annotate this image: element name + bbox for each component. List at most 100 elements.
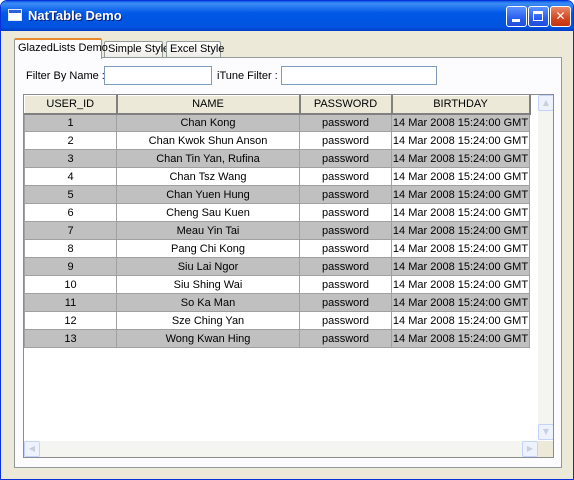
tab-simple-style[interactable]: Simple Style [104, 41, 169, 58]
table-row[interactable]: 11 So Ka Man password 14 Mar 2008 15:24:00 … [24, 293, 530, 312]
cell-password[interactable]: password [299, 275, 392, 294]
table-row[interactable]: 7 Meau Yin Tai password 14 Mar 2008 15:24:0… [24, 221, 530, 240]
cell-name[interactable]: Cheng Sau Kuen [116, 203, 300, 222]
data-table: USER_ID NAME PASSWORD BIRTHDAY 1 Chan Kon… [24, 95, 531, 348]
column-header-password[interactable]: PASSWORD [299, 95, 393, 115]
cell-user-id[interactable]: 13 [24, 329, 117, 348]
title-bar[interactable]: NatTable Demo ✕ [1, 1, 573, 31]
chevron-left-icon: ◀ [28, 444, 36, 453]
table-row[interactable]: 5 Chan Yuen Hung password 14 Mar 2008 15:24… [24, 185, 530, 204]
cell-birthday[interactable]: 14 Mar 2008 15:24:00 GMT [391, 203, 530, 222]
filter-by-name-input[interactable] [104, 66, 212, 85]
cell-user-id[interactable]: 10 [24, 275, 117, 294]
header-row: USER_ID NAME PASSWORD BIRTHDAY [24, 95, 531, 115]
cell-birthday[interactable]: 14 Mar 2008 15:24:00 GMT [391, 311, 530, 330]
cell-birthday[interactable]: 14 Mar 2008 15:24:00 GMT [391, 257, 530, 276]
tab-glazedlists-demo[interactable]: GlazedLists Demo [14, 38, 108, 59]
cell-name[interactable]: Chan Yuen Hung [116, 185, 300, 204]
cell-name[interactable]: Chan Tsz Wang [116, 167, 300, 186]
maximize-icon [533, 11, 543, 21]
cell-user-id[interactable]: 2 [24, 131, 117, 150]
nattable-grid[interactable]: USER_ID NAME PASSWORD BIRTHDAY 1 Chan Kon… [23, 94, 554, 458]
table-row[interactable]: 6 Cheng Sau Kuen password 14 Mar 2008 15:24… [24, 203, 530, 222]
itune-filter-input[interactable] [281, 66, 437, 85]
cell-birthday[interactable]: 14 Mar 2008 15:24:00 GMT [391, 149, 530, 168]
cell-name[interactable]: Sze Ching Yan [116, 311, 300, 330]
table-body: 1 Chan Kong password 14 Mar 2008 15:24:00 G… [24, 113, 530, 348]
chevron-down-icon: ▼ [542, 427, 550, 436]
table-row[interactable]: 8 Pang Chi Kong password 14 Mar 2008 15:24:… [24, 239, 530, 258]
table-row[interactable]: 12 Sze Ching Yan password 14 Mar 2008 15:24… [24, 311, 530, 330]
cell-password[interactable]: password [299, 221, 392, 240]
close-icon: ✕ [555, 9, 566, 23]
column-header-user-id[interactable]: USER_ID [24, 95, 118, 115]
table-row[interactable]: 3 Chan Tin Yan, Rufina password 14 Mar 2008… [24, 149, 530, 168]
minimize-icon [512, 19, 520, 22]
cell-birthday[interactable]: 14 Mar 2008 15:24:00 GMT [391, 185, 530, 204]
cell-birthday[interactable]: 14 Mar 2008 15:24:00 GMT [391, 329, 530, 348]
app-icon [8, 9, 22, 21]
cell-name[interactable]: Chan Kwok Shun Anson [116, 131, 300, 150]
cell-name[interactable]: Siu Lai Ngor [116, 257, 300, 276]
scrollbar-corner [538, 441, 553, 457]
cell-password[interactable]: password [299, 257, 392, 276]
cell-password[interactable]: password [299, 311, 392, 330]
cell-name[interactable]: Chan Tin Yan, Rufina [116, 149, 300, 168]
cell-birthday[interactable]: 14 Mar 2008 15:24:00 GMT [391, 239, 530, 258]
cell-password[interactable]: password [299, 131, 392, 150]
cell-birthday[interactable]: 14 Mar 2008 15:24:00 GMT [391, 221, 530, 240]
cell-name[interactable]: Siu Shing Wai [116, 275, 300, 294]
scroll-left-button[interactable]: ◀ [24, 441, 40, 457]
cell-user-id[interactable]: 11 [24, 293, 117, 312]
table-row[interactable]: 13 Wong Kwan Hing password 14 Mar 2008 15:2… [24, 329, 530, 348]
cell-password[interactable]: password [299, 149, 392, 168]
cell-name[interactable]: Meau Yin Tai [116, 221, 300, 240]
cell-user-id[interactable]: 8 [24, 239, 117, 258]
cell-user-id[interactable]: 7 [24, 221, 117, 240]
cell-user-id[interactable]: 3 [24, 149, 117, 168]
scroll-down-button[interactable]: ▼ [538, 424, 553, 440]
cell-user-id[interactable]: 12 [24, 311, 117, 330]
cell-user-id[interactable]: 6 [24, 203, 117, 222]
cell-birthday[interactable]: 14 Mar 2008 15:24:00 GMT [391, 293, 530, 312]
scroll-right-button[interactable]: ▶ [522, 441, 538, 457]
cell-password[interactable]: password [299, 113, 392, 132]
minimize-button[interactable] [506, 6, 527, 27]
cell-password[interactable]: password [299, 185, 392, 204]
column-header-birthday[interactable]: BIRTHDAY [391, 95, 531, 115]
maximize-button[interactable] [528, 6, 549, 27]
cell-birthday[interactable]: 14 Mar 2008 15:24:00 GMT [391, 275, 530, 294]
column-header-name[interactable]: NAME [116, 95, 301, 115]
close-button[interactable]: ✕ [550, 6, 571, 27]
cell-birthday[interactable]: 14 Mar 2008 15:24:00 GMT [391, 131, 530, 150]
cell-name[interactable]: So Ka Man [116, 293, 300, 312]
table-row[interactable]: 2 Chan Kwok Shun Anson password 14 Mar 2008… [24, 131, 530, 150]
tab-excel-style[interactable]: Excel Style [166, 41, 224, 58]
scroll-up-button[interactable]: ▲ [538, 95, 553, 111]
cell-password[interactable]: password [299, 329, 392, 348]
cell-user-id[interactable]: 5 [24, 185, 117, 204]
cell-password[interactable]: password [299, 293, 392, 312]
cell-password[interactable]: password [299, 203, 392, 222]
app-window: NatTable Demo ✕ GlazedLists Demo Simple … [0, 0, 574, 480]
cell-birthday[interactable]: 14 Mar 2008 15:24:00 GMT [391, 113, 530, 132]
filter-by-name-label: Filter By Name : [26, 70, 105, 82]
table-row[interactable]: 10 Siu Shing Wai password 14 Mar 2008 15:24… [24, 275, 530, 294]
cell-birthday[interactable]: 14 Mar 2008 15:24:00 GMT [391, 167, 530, 186]
chevron-right-icon: ▶ [526, 444, 534, 453]
vertical-scrollbar[interactable]: ▲ ▼ [538, 95, 553, 440]
table-row[interactable]: 1 Chan Kong password 14 Mar 2008 15:24:00 G… [24, 113, 530, 132]
cell-user-id[interactable]: 1 [24, 113, 117, 132]
horizontal-scrollbar[interactable]: ◀ ▶ [24, 441, 538, 457]
cell-password[interactable]: password [299, 239, 392, 258]
table-row[interactable]: 4 Chan Tsz Wang password 14 Mar 2008 15:24:… [24, 167, 530, 186]
cell-name[interactable]: Wong Kwan Hing [116, 329, 300, 348]
itune-filter-label: iTune Filter : [217, 70, 278, 82]
cell-user-id[interactable]: 9 [24, 257, 117, 276]
window-title: NatTable Demo [28, 8, 122, 23]
cell-user-id[interactable]: 4 [24, 167, 117, 186]
cell-password[interactable]: password [299, 167, 392, 186]
cell-name[interactable]: Pang Chi Kong [116, 239, 300, 258]
table-row[interactable]: 9 Siu Lai Ngor password 14 Mar 2008 15:24:0… [24, 257, 530, 276]
cell-name[interactable]: Chan Kong [116, 113, 300, 132]
